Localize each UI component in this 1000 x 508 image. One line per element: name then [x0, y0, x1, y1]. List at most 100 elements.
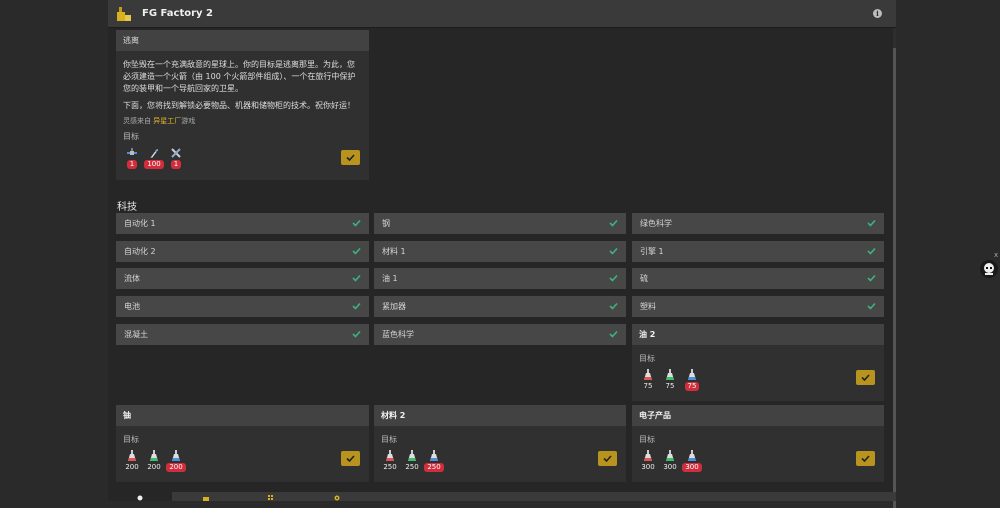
green-flask-icon: [666, 369, 674, 380]
cost-item[interactable]: 200: [166, 450, 186, 472]
check-icon: [352, 274, 361, 282]
research-card-electronics: 电子产品 目标 300 300 300: [632, 405, 884, 482]
goal-label: 目标: [123, 435, 139, 444]
tech-item[interactable]: 油 1: [374, 268, 626, 289]
cost-count: 200: [147, 463, 161, 471]
cost-item[interactable]: 300: [682, 450, 702, 472]
cost-count: 200: [125, 463, 139, 471]
cost-item[interactable]: 250: [403, 450, 421, 472]
app-title: FG Factory 2: [142, 8, 213, 19]
blue-flask-icon: [172, 450, 180, 461]
tech-item[interactable]: 自动化 1: [116, 213, 369, 234]
cost-item[interactable]: 75: [683, 369, 701, 391]
research-card-oil2: 油 2 目标 75 75 75: [632, 324, 884, 401]
check-icon: [867, 247, 876, 255]
tech-item[interactable]: 流体: [116, 268, 369, 289]
tech-item[interactable]: 引擎 1: [632, 241, 884, 262]
grid-tab-icon[interactable]: [268, 495, 274, 501]
research-title: 铀: [116, 405, 369, 426]
tech-label: 硫: [640, 274, 648, 283]
goal-count: 1: [126, 160, 138, 169]
cost-count: 250: [424, 463, 444, 472]
research-complete-button[interactable]: [341, 451, 360, 466]
tech-item[interactable]: 钢: [374, 213, 626, 234]
green-flask-icon: [150, 450, 158, 461]
blue-flask-icon: [688, 369, 696, 380]
research-complete-button[interactable]: [856, 370, 875, 385]
tech-label: 油 1: [382, 274, 398, 283]
cost-count: 75: [665, 382, 675, 390]
goal-item[interactable]: 1: [167, 147, 185, 169]
cost-item[interactable]: 300: [661, 450, 679, 472]
tech-item[interactable]: 硫: [632, 268, 884, 289]
check-icon: [609, 247, 618, 255]
cost-item[interactable]: 200: [123, 450, 141, 472]
cost-item[interactable]: 75: [661, 369, 679, 391]
satellite-icon: [127, 148, 137, 155]
tech-section-title: 科技: [117, 202, 137, 213]
cost-count: 200: [166, 463, 186, 472]
check-icon: [609, 274, 618, 282]
tech-label: 钢: [382, 219, 390, 228]
goal-items: 1 100 1: [123, 147, 362, 169]
top-bar: FG Factory 2 i: [108, 0, 896, 28]
bottom-tab-bar: [108, 492, 896, 501]
tech-label: 紧加器: [382, 302, 406, 311]
blue-flask-icon: [688, 450, 696, 461]
goal-label: 目标: [381, 435, 397, 444]
cost-item[interactable]: 250: [424, 450, 444, 472]
tech-item[interactable]: 混凝土: [116, 324, 369, 345]
factory-tab-icon[interactable]: [203, 495, 209, 501]
close-icon[interactable]: x: [994, 251, 998, 259]
research-complete-button[interactable]: [598, 451, 617, 466]
check-icon: [352, 330, 361, 338]
goal-item[interactable]: 1: [123, 147, 141, 169]
check-icon: [867, 274, 876, 282]
goal-count: 1: [170, 160, 182, 169]
check-icon: [352, 219, 361, 227]
research-complete-button[interactable]: [856, 451, 875, 466]
tech-item[interactable]: 材料 1: [374, 241, 626, 262]
check-icon: [861, 455, 870, 462]
tech-item[interactable]: 电池: [116, 296, 369, 317]
check-icon: [609, 219, 618, 227]
scrollbar[interactable]: [893, 28, 896, 508]
tech-item[interactable]: 绿色科学: [632, 213, 884, 234]
check-icon: [352, 302, 361, 310]
goal-item[interactable]: 100: [144, 147, 164, 169]
credit-link[interactable]: 异星工厂: [153, 117, 181, 125]
red-flask-icon: [128, 450, 136, 461]
cost-item[interactable]: 300: [639, 450, 657, 472]
check-icon: [867, 302, 876, 310]
tech-label: 电池: [124, 302, 140, 311]
rocket-part-icon: [150, 149, 158, 158]
cost-count: 75: [643, 382, 653, 390]
check-icon: [346, 455, 355, 462]
cost-item[interactable]: 200: [145, 450, 163, 472]
assistant-avatar-icon[interactable]: [980, 260, 998, 278]
goal-label: 目标: [639, 354, 655, 363]
escape-description: 你坠毁在一个充满敌意的星球上。你的目标是逃离那里。为此，您必须建造一个火箭（由 …: [123, 60, 356, 93]
cost-item[interactable]: 75: [639, 369, 657, 391]
tab-map[interactable]: [108, 492, 172, 501]
info-icon[interactable]: i: [873, 9, 882, 18]
red-flask-icon: [644, 450, 652, 461]
tech-label: 塑料: [640, 302, 656, 311]
escape-complete-button[interactable]: [341, 150, 360, 165]
armor-icon: [171, 148, 181, 158]
green-flask-icon: [666, 450, 674, 461]
tech-item[interactable]: 塑料: [632, 296, 884, 317]
app-window: FG Factory 2 i 逃离 你坠毁在一个充满敌意的星球上。你的目标是逃离…: [108, 0, 896, 508]
cost-count: 75: [684, 382, 700, 391]
escape-card-header: 逃离: [116, 30, 369, 51]
research-title: 材料 2: [374, 405, 626, 426]
tech-item[interactable]: 蓝色科学: [374, 324, 626, 345]
gear-tab-icon[interactable]: [334, 495, 340, 501]
tech-label: 蓝色科学: [382, 330, 414, 339]
tech-item[interactable]: 自动化 2: [116, 241, 369, 262]
red-flask-icon: [644, 369, 652, 380]
check-icon: [346, 154, 355, 161]
cost-item[interactable]: 250: [381, 450, 399, 472]
research-card-uranium: 铀 目标 200 200 200: [116, 405, 369, 482]
tech-item[interactable]: 紧加器: [374, 296, 626, 317]
